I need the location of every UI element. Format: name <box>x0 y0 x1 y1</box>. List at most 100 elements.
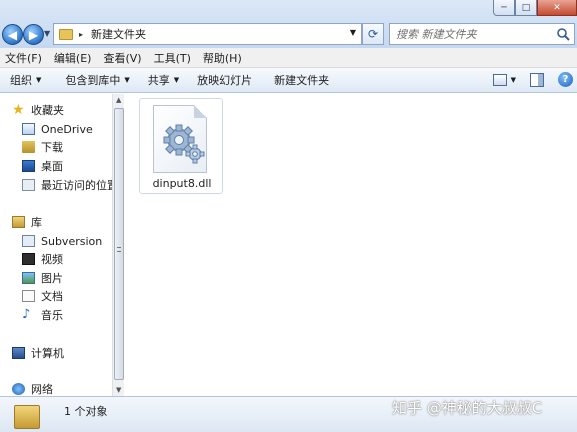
new-folder-label: 新建文件夹 <box>274 74 330 87</box>
nav-item-desktop[interactable]: 桌面 <box>22 157 63 175</box>
breadcrumb-separator-icon[interactable]: ▸ <box>79 30 83 39</box>
nav-network[interactable]: 网络 <box>12 380 53 396</box>
help-icon[interactable]: ? <box>558 72 573 87</box>
nav-item-music[interactable]: ♪ 音乐 <box>22 306 63 324</box>
nav-computer[interactable]: 计算机 <box>12 344 64 362</box>
preview-pane-icon[interactable] <box>530 72 544 87</box>
nav-libraries[interactable]: 库 <box>12 213 42 231</box>
address-dropdown-icon[interactable]: ▼ <box>350 28 356 37</box>
library-icon <box>12 216 25 228</box>
refresh-icon: ⟳ <box>367 27 379 41</box>
nav-label: 库 <box>31 216 42 229</box>
nav-label: 桌面 <box>41 160 63 173</box>
computer-icon <box>12 347 25 359</box>
address-bar[interactable]: ▸ 新建文件夹 ▼ <box>53 23 362 45</box>
file-item[interactable]: dinput8.dll <box>139 98 223 194</box>
nav-item-subversion[interactable]: Subversion <box>22 232 102 250</box>
file-list: dinput8.dll <box>125 94 577 396</box>
arrow-right-icon: ▶ <box>28 27 39 42</box>
nav-favorites[interactable]: ★ 收藏夹 <box>12 101 64 119</box>
explorer-window: ─ □ ✕ ◀ ▶ ▼ ▸ 新建文件夹 ▼ ⟳ 搜索 新建文件夹 文件(F) 编… <box>0 0 577 432</box>
minimize-button[interactable]: ─ <box>493 0 515 16</box>
chevron-down-icon: ▼ <box>124 76 130 84</box>
chevron-down-icon[interactable]: ▼ <box>511 76 516 84</box>
back-button[interactable]: ◀ <box>2 24 23 45</box>
command-bar: 组织 ▼ 包含到库中 ▼ 共享 ▼ 放映幻灯片 新建文件夹 ▼ ? <box>0 68 577 93</box>
pictures-library-icon <box>22 272 35 284</box>
window-controls: ─ □ ✕ <box>493 0 577 18</box>
nav-label: 最近访问的位置 <box>41 179 112 192</box>
search-icon[interactable] <box>556 27 570 41</box>
folder-icon <box>59 28 73 40</box>
nav-label: 图片 <box>41 272 63 285</box>
file-document-icon <box>153 105 207 173</box>
grip-icon <box>117 247 121 252</box>
menu-help[interactable]: 帮助(H) <box>197 50 248 66</box>
include-in-library-label: 包含到库中 <box>65 74 121 87</box>
nav-label: 文档 <box>41 290 63 303</box>
organize-button[interactable]: 组织 ▼ <box>4 72 47 88</box>
item-count: 1 个对象 <box>64 405 108 418</box>
video-library-icon <box>22 253 35 265</box>
new-folder-button[interactable]: 新建文件夹 <box>268 72 335 88</box>
close-button[interactable]: ✕ <box>537 0 577 16</box>
breadcrumb-current[interactable]: 新建文件夹 <box>91 26 146 42</box>
watermark: 知乎 @神秘的大叔叔C <box>392 399 543 417</box>
menu-view[interactable]: 查看(V) <box>97 50 147 66</box>
chevron-down-icon: ▼ <box>173 76 180 84</box>
page-fold-icon <box>194 105 207 118</box>
nav-item-pictures[interactable]: 图片 <box>22 269 63 287</box>
nav-label: 计算机 <box>31 347 64 360</box>
nav-item-onedrive[interactable]: OneDrive <box>22 120 93 138</box>
menu-tools[interactable]: 工具(T) <box>148 50 197 66</box>
search-placeholder: 搜索 新建文件夹 <box>396 28 477 41</box>
details-pane: 1 个对象 知乎 @神秘的大叔叔C <box>0 396 577 432</box>
file-name: dinput8.dll <box>152 177 212 190</box>
nav-label: OneDrive <box>41 122 93 136</box>
desktop-icon <box>22 160 35 172</box>
recent-places-icon <box>22 179 35 191</box>
share-button[interactable]: 共享 ▼ <box>142 72 185 88</box>
scroll-down-icon[interactable]: ▼ <box>116 386 121 394</box>
subversion-library-icon <box>22 235 35 247</box>
forward-button[interactable]: ▶ <box>23 24 44 45</box>
change-view-icon[interactable] <box>492 73 507 86</box>
nav-item-downloads[interactable]: 下载 <box>22 138 63 156</box>
network-icon <box>12 383 25 395</box>
menu-file[interactable]: 文件(F) <box>0 50 48 66</box>
arrow-left-icon: ◀ <box>7 27 18 42</box>
dll-gear-icon <box>163 124 205 164</box>
nav-item-videos[interactable]: 视频 <box>22 250 63 268</box>
navigation-pane-scrollbar[interactable]: ▲ ▼ <box>112 94 124 396</box>
refresh-button[interactable]: ⟳ <box>362 23 384 45</box>
folder-icon <box>14 405 40 429</box>
nav-label: 下载 <box>41 141 63 154</box>
slideshow-button[interactable]: 放映幻灯片 <box>191 72 258 88</box>
nav-label: 网络 <box>31 383 53 396</box>
nav-item-documents[interactable]: 文档 <box>22 287 63 305</box>
nav-label: 视频 <box>41 253 63 266</box>
search-box[interactable]: 搜索 新建文件夹 <box>389 23 575 45</box>
organize-label: 组织 <box>10 74 32 87</box>
include-in-library-button[interactable]: 包含到库中 ▼ <box>59 72 135 88</box>
scrollbar-thumb[interactable] <box>114 108 124 380</box>
onedrive-icon <box>22 123 35 135</box>
title-bar: ─ □ ✕ ◀ ▶ ▼ ▸ 新建文件夹 ▼ ⟳ 搜索 新建文件夹 <box>0 0 577 48</box>
menu-edit[interactable]: 编辑(E) <box>48 50 98 66</box>
downloads-folder-icon <box>22 141 35 153</box>
view-controls: ▼ ? <box>492 72 573 87</box>
share-label: 共享 <box>147 74 170 87</box>
navigation-pane: ★ 收藏夹 OneDrive 下载 桌面 最近访问的位置 库 Subversio… <box>0 94 112 396</box>
nav-label: Subversion <box>41 234 103 248</box>
music-note-icon: ♪ <box>22 307 31 322</box>
star-icon: ★ <box>12 102 25 118</box>
nav-label: 音乐 <box>41 309 63 322</box>
slideshow-label: 放映幻灯片 <box>197 74 253 87</box>
nav-item-recent-places[interactable]: 最近访问的位置 <box>22 176 112 194</box>
scroll-up-icon[interactable]: ▲ <box>116 96 121 104</box>
recent-pages-dropdown[interactable]: ▼ <box>44 29 50 38</box>
menu-bar: 文件(F) 编辑(E) 查看(V) 工具(T) 帮助(H) <box>0 48 577 68</box>
documents-library-icon <box>22 290 35 302</box>
maximize-button[interactable]: □ <box>515 0 537 16</box>
chevron-down-icon: ▼ <box>36 76 42 84</box>
